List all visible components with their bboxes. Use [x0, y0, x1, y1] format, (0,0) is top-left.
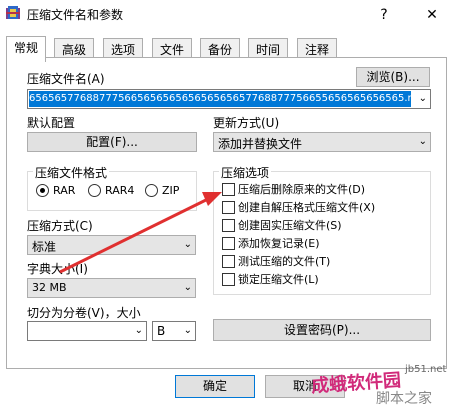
radio-selected[interactable] — [36, 184, 49, 197]
option-test[interactable]: 测试压缩的文件(T) — [222, 255, 422, 269]
split-size-combo[interactable]: ⌄ — [27, 321, 147, 341]
option-lock[interactable]: 锁定压缩文件(L) — [222, 273, 422, 287]
dictionary-label: 字典大小(I) — [27, 262, 88, 276]
option-label: 创建固实压缩文件(S) — [238, 219, 342, 232]
chevron-down-icon[interactable]: ⌄ — [135, 322, 143, 340]
chevron-down-icon[interactable]: ⌄ — [184, 279, 192, 297]
option-label: 添加恢复记录(E) — [238, 237, 320, 250]
checkbox[interactable] — [222, 201, 235, 214]
help-button[interactable]: ? — [371, 4, 397, 26]
option-sfx[interactable]: 创建自解压格式压缩文件(X) — [222, 201, 422, 215]
method-combo[interactable]: 标准 ⌄ — [27, 235, 196, 255]
checkbox[interactable] — [222, 255, 235, 268]
window-title: 压缩文件名和参数 — [27, 8, 124, 22]
option-label: 测试压缩的文件(T) — [238, 255, 331, 268]
option-recovery[interactable]: 添加恢复记录(E) — [222, 237, 422, 251]
profile-label: 默认配置 — [27, 116, 76, 130]
format-rar4-label: RAR4 — [105, 184, 135, 197]
format-rar4-option[interactable]: RAR4 — [88, 184, 148, 198]
option-label: 压缩后删除原来的文件(D) — [238, 183, 366, 196]
archive-name-combo[interactable]: 6565657768877756656565656565656565776887… — [27, 89, 431, 109]
method-label: 压缩方式(C) — [27, 219, 93, 233]
update-mode-value: 添加并替换文件 — [218, 137, 303, 151]
split-unit-value: B — [157, 324, 166, 338]
checkbox[interactable] — [222, 273, 235, 286]
radio-unselected[interactable] — [88, 184, 101, 197]
chevron-down-icon[interactable]: ⌄ — [184, 236, 192, 254]
option-solid[interactable]: 创建固实压缩文件(S) — [222, 219, 422, 233]
option-label: 创建自解压格式压缩文件(X) — [238, 201, 376, 214]
chevron-down-icon[interactable]: ⌄ — [419, 90, 427, 108]
tab-general[interactable]: 常规 — [6, 36, 47, 62]
options-group-title: 压缩选项 — [219, 164, 272, 181]
update-mode-label: 更新方式(U) — [213, 116, 280, 130]
watermark-brand: 脚本之家 — [376, 391, 432, 407]
close-button[interactable]: ✕ — [419, 4, 445, 26]
format-rar-option[interactable]: RAR — [36, 184, 96, 198]
option-label: 锁定压缩文件(L) — [238, 273, 319, 286]
chevron-down-icon[interactable]: ⌄ — [419, 133, 427, 151]
title-bar: 压缩文件名和参数 ? ✕ — [0, 0, 455, 30]
set-password-button[interactable]: 设置密码(P)... — [213, 319, 431, 341]
format-zip-option[interactable]: ZIP — [145, 184, 195, 198]
archive-name-label: 压缩文件名(A) — [27, 72, 105, 86]
profile-button[interactable]: 配置(F)... — [27, 132, 197, 152]
radio-unselected[interactable] — [145, 184, 158, 197]
dictionary-value: 32 MB — [32, 281, 67, 294]
format-rar-label: RAR — [53, 184, 76, 197]
update-mode-combo[interactable]: 添加并替换文件 ⌄ — [213, 132, 431, 152]
watermark-site: jb51.net — [405, 364, 447, 375]
browse-button[interactable]: 浏览(B)... — [356, 67, 430, 87]
format-zip-label: ZIP — [162, 184, 180, 197]
winrar-app-icon — [5, 5, 21, 21]
option-delete-after[interactable]: 压缩后删除原来的文件(D) — [222, 183, 422, 197]
archive-name-value[interactable]: 6565657768877756656565656565656565776887… — [29, 91, 411, 107]
checkbox[interactable] — [222, 219, 235, 232]
chevron-down-icon[interactable]: ⌄ — [184, 322, 192, 340]
split-unit-combo[interactable]: B ⌄ — [152, 321, 196, 341]
dictionary-combo[interactable]: 32 MB ⌄ — [27, 278, 196, 298]
checkbox[interactable] — [222, 237, 235, 250]
split-label: 切分为分卷(V)，大小 — [27, 306, 141, 320]
method-value: 标准 — [32, 240, 57, 254]
ok-button[interactable]: 确定 — [175, 375, 255, 398]
format-group-title: 压缩文件格式 — [33, 164, 110, 181]
checkbox[interactable] — [222, 183, 235, 196]
